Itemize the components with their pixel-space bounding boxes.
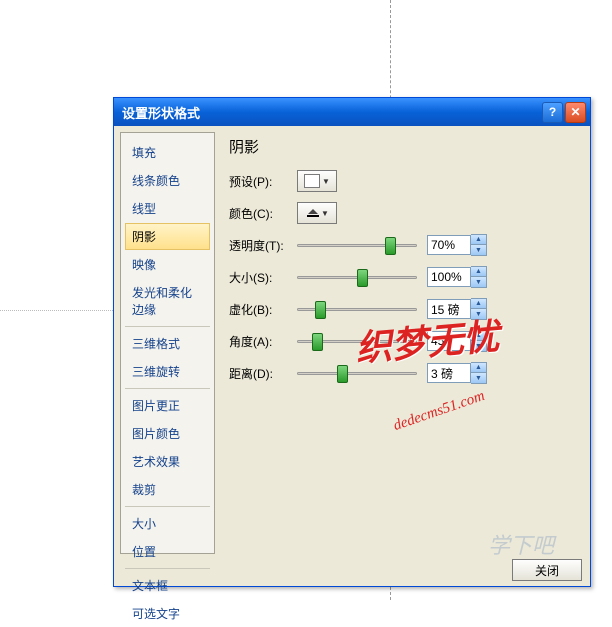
sidebar-item-11[interactable]: 图片颜色: [125, 420, 210, 447]
sidebar-item-1[interactable]: 线条颜色: [125, 167, 210, 194]
param-slider[interactable]: [297, 234, 417, 256]
preset-label: 预设(P):: [229, 173, 297, 190]
slider-thumb[interactable]: [385, 237, 396, 255]
param-input[interactable]: [427, 331, 471, 351]
spin-up[interactable]: ▲: [471, 267, 486, 277]
slider-thumb[interactable]: [337, 365, 348, 383]
param-slider[interactable]: [297, 330, 417, 352]
param-label: 大小(S):: [229, 269, 297, 286]
sidebar-item-7[interactable]: 三维格式: [125, 330, 210, 357]
sidebar-item-4[interactable]: 映像: [125, 251, 210, 278]
sidebar-item-12[interactable]: 艺术效果: [125, 448, 210, 475]
param-input[interactable]: [427, 299, 471, 319]
preset-swatch-icon: [304, 174, 320, 188]
param-slider[interactable]: [297, 298, 417, 320]
spin-up[interactable]: ▲: [471, 299, 486, 309]
param-spinbox: ▲▼: [427, 330, 487, 352]
sidebar-item-10[interactable]: 图片更正: [125, 392, 210, 419]
sidebar-item-3[interactable]: 阴影: [125, 223, 210, 250]
slider-thumb[interactable]: [315, 301, 326, 319]
param-spinbox: ▲▼: [427, 234, 487, 256]
param-row-4: 距离(D): ▲▼: [229, 359, 578, 387]
spin-down[interactable]: ▼: [471, 309, 486, 319]
sidebar-item-5[interactable]: 发光和柔化边缘: [125, 279, 210, 323]
slider-thumb[interactable]: [312, 333, 323, 351]
param-row-1: 大小(S): ▲▼: [229, 263, 578, 291]
format-shape-dialog: 设置形状格式 ? ✕ 填充线条颜色线型阴影映像发光和柔化边缘三维格式三维旋转图片…: [113, 97, 591, 587]
close-button[interactable]: 关闭: [512, 559, 582, 581]
sidebar-item-19[interactable]: 可选文字: [125, 600, 210, 627]
titlebar[interactable]: 设置形状格式 ? ✕: [114, 98, 590, 126]
param-label: 透明度(T):: [229, 237, 297, 254]
param-spinbox: ▲▼: [427, 362, 487, 384]
param-row-2: 虚化(B): ▲▼: [229, 295, 578, 323]
sidebar-item-8[interactable]: 三维旋转: [125, 358, 210, 385]
spin-up[interactable]: ▲: [471, 363, 486, 373]
param-slider[interactable]: [297, 266, 417, 288]
param-spinbox: ▲▼: [427, 266, 487, 288]
spin-down[interactable]: ▼: [471, 341, 486, 351]
dialog-footer: 关闭: [114, 554, 590, 586]
param-input[interactable]: [427, 363, 471, 383]
color-dropdown[interactable]: ▼: [297, 202, 337, 224]
sidebar-item-15[interactable]: 大小: [125, 510, 210, 537]
param-slider[interactable]: [297, 362, 417, 384]
shadow-panel: 阴影 预设(P): ▼ 颜色(C): ▼ 透明度(T):▲▼大小(S):▲▼虚化…: [215, 126, 590, 554]
param-label: 虚化(B):: [229, 301, 297, 318]
sidebar-item-0[interactable]: 填充: [125, 139, 210, 166]
chevron-down-icon: ▼: [321, 209, 329, 218]
spin-down[interactable]: ▼: [471, 373, 486, 383]
param-row-3: 角度(A): ▲▼: [229, 327, 578, 355]
param-input[interactable]: [427, 267, 471, 287]
panel-title: 阴影: [229, 136, 578, 157]
category-sidebar: 填充线条颜色线型阴影映像发光和柔化边缘三维格式三维旋转图片更正图片颜色艺术效果裁…: [120, 132, 215, 554]
param-label: 距离(D):: [229, 365, 297, 382]
spin-up[interactable]: ▲: [471, 235, 486, 245]
spin-up[interactable]: ▲: [471, 331, 486, 341]
dialog-title: 设置形状格式: [122, 103, 540, 122]
help-button[interactable]: ?: [542, 102, 563, 123]
close-x-button[interactable]: ✕: [565, 102, 586, 123]
param-row-0: 透明度(T): ▲▼: [229, 231, 578, 259]
preset-dropdown[interactable]: ▼: [297, 170, 337, 192]
chevron-down-icon: ▼: [322, 177, 330, 186]
param-spinbox: ▲▼: [427, 298, 487, 320]
param-label: 角度(A):: [229, 333, 297, 350]
spin-down[interactable]: ▼: [471, 245, 486, 255]
sidebar-item-13[interactable]: 裁剪: [125, 476, 210, 503]
color-label: 颜色(C):: [229, 205, 297, 222]
param-input[interactable]: [427, 235, 471, 255]
slider-thumb[interactable]: [357, 269, 368, 287]
spin-down[interactable]: ▼: [471, 277, 486, 287]
fill-bucket-icon: [305, 206, 321, 220]
sidebar-item-2[interactable]: 线型: [125, 195, 210, 222]
